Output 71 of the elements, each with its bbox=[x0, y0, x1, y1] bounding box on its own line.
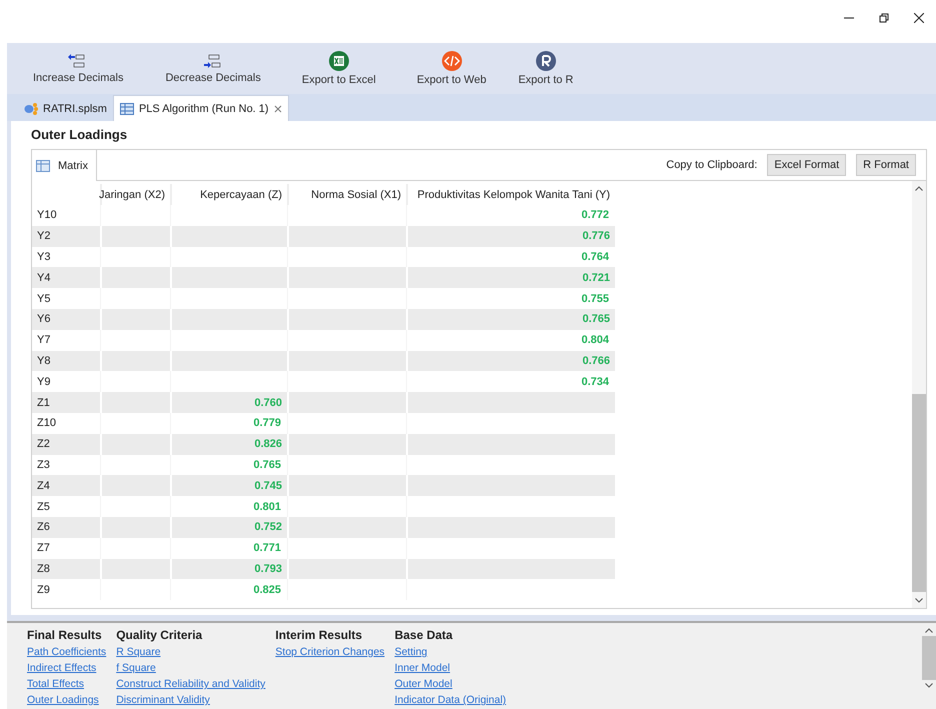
table-icon bbox=[120, 102, 134, 114]
toolbar-button[interactable]: Decrease Decimals bbox=[149, 46, 277, 90]
table-cell: 0.766 bbox=[406, 350, 615, 372]
row-label: Z3 bbox=[36, 458, 51, 473]
nav-heading: Base Data bbox=[394, 628, 454, 644]
row-label: Z9 bbox=[36, 582, 51, 598]
table-cell: 0.793 bbox=[170, 558, 287, 580]
row-label: Z7 bbox=[36, 541, 51, 556]
row-label: Z6 bbox=[32, 516, 100, 538]
row-label: Y5 bbox=[36, 292, 52, 307]
result-link[interactable]: Outer Loadings bbox=[27, 692, 106, 708]
row-label: Z5 bbox=[36, 500, 51, 515]
result-link[interactable]: Setting bbox=[394, 644, 506, 660]
result-link[interactable]: Construct Reliability and Validity bbox=[116, 676, 266, 692]
table-cell: 0.721 bbox=[406, 267, 615, 288]
row-label: Z4 bbox=[32, 475, 100, 496]
editor-tab[interactable]: RATRI.splsm bbox=[18, 96, 113, 121]
result-link[interactable]: Outer Model bbox=[394, 676, 506, 692]
nav-heading: Interim Results bbox=[275, 628, 364, 644]
table-cell: 0.752 bbox=[170, 516, 287, 538]
table-cell: 0.825 bbox=[170, 579, 287, 600]
toolbar-button[interactable]: Export to Web bbox=[400, 46, 502, 90]
table-icon bbox=[36, 160, 50, 172]
nav-heading: Quality Criteria bbox=[116, 628, 204, 644]
table-cell: 0.776 bbox=[406, 226, 615, 247]
restore-icon[interactable] bbox=[879, 12, 889, 22]
format-button[interactable]: R Format bbox=[856, 154, 916, 176]
column-header: Jaringan (X2) bbox=[100, 184, 170, 205]
result-link[interactable]: Path Coefficients bbox=[27, 644, 106, 660]
clipboard-label: Copy to Clipboard: bbox=[666, 159, 758, 171]
row-label: Y3 bbox=[36, 250, 52, 265]
toolbar-button[interactable]: Export to R bbox=[502, 46, 590, 90]
row-label: Y2 bbox=[32, 226, 100, 247]
r-letter-icon bbox=[536, 51, 556, 71]
result-link[interactable]: R Square bbox=[116, 644, 266, 660]
row-label: Z1 bbox=[32, 392, 100, 413]
row-label: Y9 bbox=[36, 374, 52, 390]
row-label: Y4 bbox=[32, 267, 100, 288]
column-header: Norma Sosial (X1) bbox=[287, 184, 406, 205]
row-label: Z2 bbox=[32, 434, 100, 455]
row-label: Z10 bbox=[36, 416, 57, 432]
row-label: Y7 bbox=[36, 333, 52, 348]
close-icon[interactable] bbox=[914, 12, 924, 22]
toolbar-button[interactable]: Export to Excel bbox=[286, 46, 392, 90]
matrix-tab[interactable]: Matrix bbox=[32, 150, 97, 181]
column-header: Produktivitas Kelompok Wanita Tani (Y) bbox=[406, 184, 615, 205]
result-link[interactable]: Indirect Effects bbox=[27, 660, 106, 676]
column-header: Kepercayaan (Z) bbox=[170, 184, 287, 205]
editor-tab[interactable]: PLS Algorithm (Run No. 1) bbox=[112, 95, 289, 121]
row-label: Y8 bbox=[32, 350, 100, 372]
model-icon bbox=[24, 102, 38, 114]
table-cell: 0.760 bbox=[170, 392, 287, 413]
result-link[interactable]: f Square bbox=[116, 660, 266, 676]
spreadsheet-icon bbox=[328, 51, 349, 71]
section-title: Outer Loadings bbox=[31, 127, 128, 144]
code-icon bbox=[442, 51, 462, 71]
result-link[interactable]: Discriminant Validity bbox=[116, 692, 266, 708]
scrollbar[interactable] bbox=[912, 181, 926, 608]
table-cell: 0.826 bbox=[170, 434, 287, 455]
table-cell: 0.765 bbox=[406, 308, 615, 330]
format-button[interactable]: Excel Format bbox=[767, 154, 846, 176]
result-link[interactable]: Inner Model bbox=[394, 660, 506, 676]
toolbar-button[interactable]: Increase Decimals bbox=[17, 46, 140, 90]
nav-heading: Final Results bbox=[27, 628, 103, 644]
row-label: Z8 bbox=[32, 558, 100, 580]
row-label: Y10 bbox=[36, 208, 58, 224]
result-link[interactable]: Indicator Data (Original) bbox=[394, 692, 506, 708]
result-link[interactable]: Stop Criterion Changes bbox=[275, 644, 385, 660]
table-cell: 0.745 bbox=[170, 475, 287, 496]
row-label: Y6 bbox=[32, 308, 100, 330]
result-link[interactable]: Total Effects bbox=[27, 676, 106, 692]
